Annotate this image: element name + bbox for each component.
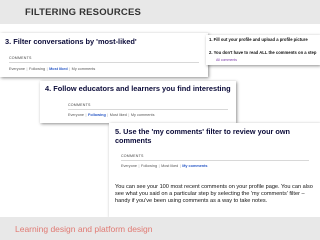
panel-most-liked: 3. Filter conversations by 'most-liked' …	[0, 33, 208, 77]
separator: |	[128, 113, 130, 117]
filter-my-comments[interactable]: My comments	[72, 67, 96, 71]
separator: |	[46, 67, 48, 71]
comments-label: COMMENTS	[68, 103, 91, 107]
filter-everyone[interactable]: Everyone	[9, 67, 25, 71]
comments-label: COMMENTS	[9, 56, 32, 60]
separator: |	[138, 164, 140, 168]
filter-my-comments[interactable]: My comments	[182, 164, 207, 168]
panel-heading: 5. Use the 'my comments' filter to revie…	[115, 127, 290, 145]
footer-title: Learning design and platform design	[15, 224, 153, 234]
comments-label: COMMENTS	[121, 154, 144, 158]
filter-following[interactable]: Following	[29, 67, 45, 71]
panel-follow: 4. Follow educators and learners you fin…	[40, 81, 236, 123]
filter-most-liked[interactable]: Most liked	[161, 164, 178, 168]
divider	[68, 109, 228, 110]
separator: |	[179, 164, 181, 168]
panel-heading: 3. Filter conversations by 'most-liked'	[5, 37, 137, 46]
note-step1: 1. Fill out your profile and upload a pr…	[209, 37, 308, 42]
separator: |	[158, 164, 160, 168]
separator: |	[85, 113, 87, 117]
note-step2: 2. You don't have to read ALL the commen…	[209, 50, 317, 55]
filter-most-liked[interactable]: Most liked	[110, 113, 127, 117]
separator: |	[107, 113, 109, 117]
divider	[9, 62, 199, 63]
filter-following[interactable]: Following	[141, 164, 157, 168]
filter-row: Everyone | Following | Most liked | My c…	[68, 113, 155, 117]
side-note-panel: 1. Fill out your profile and upload a pr…	[206, 35, 320, 65]
separator: |	[69, 67, 71, 71]
filter-row: Everyone | Following | Most liked | My c…	[121, 164, 208, 168]
explanation-text: You can see your 100 most recent comment…	[115, 184, 313, 205]
divider	[121, 160, 309, 161]
all-comments-link[interactable]: All comments	[216, 58, 237, 62]
separator: |	[26, 67, 28, 71]
filter-row: Everyone | Following | Most liked | My c…	[9, 67, 95, 71]
filter-following[interactable]: Following	[88, 113, 106, 117]
filter-everyone[interactable]: Everyone	[68, 113, 84, 117]
filter-most-liked[interactable]: Most liked	[49, 67, 68, 71]
filter-my-comments[interactable]: My comments	[131, 113, 155, 117]
panel-heading: 4. Follow educators and learners you fin…	[45, 84, 231, 93]
filter-everyone[interactable]: Everyone	[121, 164, 137, 168]
slide-title: FILTERING RESOURCES	[25, 7, 142, 18]
